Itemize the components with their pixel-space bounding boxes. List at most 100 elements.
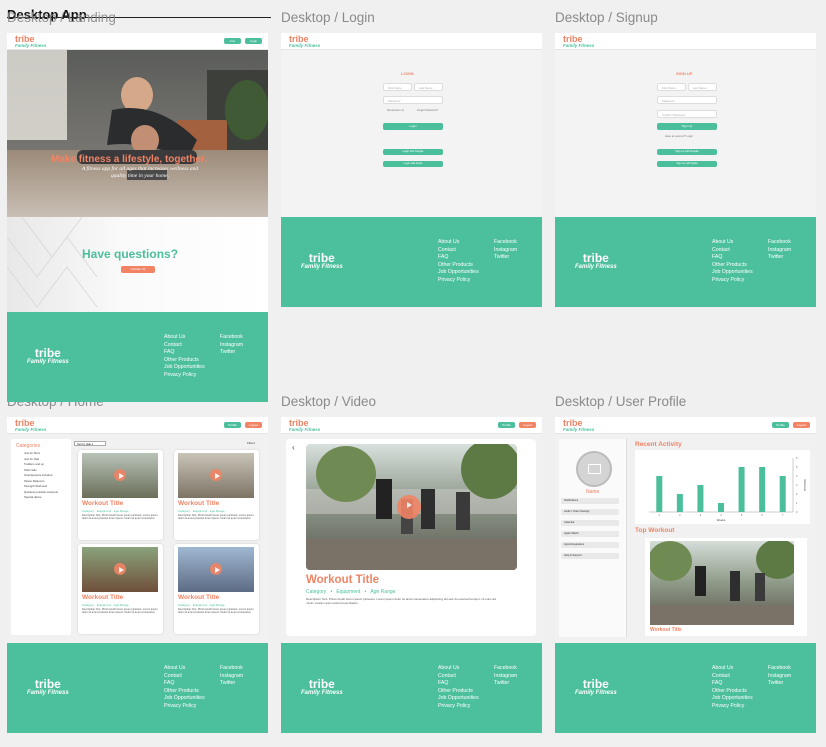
forgot-password-link[interactable]: Forgot Password? [417, 109, 438, 112]
brand-logo[interactable]: tribe Family Fitness [563, 35, 594, 49]
last-name-field[interactable]: Last Name [688, 83, 717, 91]
login-apple-button[interactable]: Login with Apple [383, 161, 443, 167]
footer-logo[interactable]: tribe Family Fitness [575, 678, 617, 697]
footer-link[interactable]: Privacy Policy [712, 703, 753, 711]
play-icon[interactable] [114, 469, 126, 481]
menu-apple-watch[interactable]: Apple Watch [561, 531, 619, 537]
footer-link[interactable]: Privacy Policy [438, 703, 479, 711]
play-icon[interactable] [114, 563, 126, 575]
password-field[interactable]: Password [383, 96, 443, 104]
play-icon[interactable] [210, 563, 222, 575]
brand-logo[interactable]: tribe Family Fitness [563, 419, 594, 433]
footer-link[interactable]: Privacy Policy [164, 703, 205, 711]
footer-link[interactable]: Contact [164, 673, 205, 681]
footer-link[interactable]: Instagram [220, 342, 243, 350]
footer-link[interactable]: FAQ [438, 254, 479, 262]
profile-button[interactable]: Profile [498, 422, 515, 428]
menu-notifications[interactable]: Notifications [561, 498, 619, 504]
profile-button[interactable]: Profile [772, 422, 789, 428]
last-name-field[interactable]: Last Name [414, 83, 443, 91]
footer-link[interactable]: Twitter [768, 254, 791, 262]
menu-help[interactable]: Help & Support [561, 553, 619, 559]
footer-link[interactable]: Facebook [494, 665, 517, 673]
footer-link[interactable]: About Us [164, 665, 205, 673]
workout-card[interactable]: Workout Title Category · Equipment · Age… [174, 544, 259, 634]
first-name-field[interactable]: First Name [657, 83, 686, 91]
footer-link[interactable]: Instagram [494, 673, 517, 681]
footer-link[interactable]: Twitter [494, 680, 517, 688]
login-google-button[interactable]: Login with Google [383, 149, 443, 155]
footer-link[interactable]: Other Products [712, 262, 753, 270]
footer-link[interactable]: Facebook [220, 665, 243, 673]
footer-link[interactable]: FAQ [438, 680, 479, 688]
footer-logo[interactable]: tribe Family Fitness [301, 678, 343, 697]
brand-logo[interactable]: tribe Family Fitness [15, 35, 46, 49]
remember-me-checkbox[interactable]: Remember me [387, 109, 404, 112]
contact-us-button[interactable]: Contact Us [121, 266, 155, 273]
menu-calendar[interactable]: Calendar [561, 520, 619, 526]
workout-card[interactable]: Workout Title Category · Equipment · Age… [78, 544, 163, 634]
footer-link[interactable]: Job Opportunities [712, 269, 753, 277]
logout-button[interactable]: Logout [793, 422, 810, 428]
profile-button[interactable]: Profile [224, 422, 241, 428]
footer-logo[interactable]: tribe Family Fitness [575, 252, 617, 271]
menu-audio-video[interactable]: Audio / Video Settings [561, 509, 619, 515]
footer-link[interactable]: Facebook [768, 665, 791, 673]
footer-link[interactable]: Job Opportunities [164, 695, 205, 703]
footer-link[interactable]: FAQ [712, 680, 753, 688]
footer-link[interactable]: About Us [438, 239, 479, 247]
sort-dropdown[interactable]: Sort by date ▾ [74, 441, 106, 446]
footer-link[interactable]: Twitter [494, 254, 517, 262]
footer-logo[interactable]: tribe Family Fitness [301, 252, 343, 271]
footer-link[interactable]: Instagram [494, 247, 517, 255]
footer-link[interactable]: About Us [438, 665, 479, 673]
footer-link[interactable]: Facebook [220, 334, 243, 342]
footer-link[interactable]: FAQ [164, 349, 205, 357]
footer-link[interactable]: FAQ [164, 680, 205, 688]
footer-link[interactable]: Contact [438, 673, 479, 681]
footer-link[interactable]: Job Opportunities [712, 695, 753, 703]
footer-link[interactable]: About Us [164, 334, 205, 342]
signup-submit-button[interactable]: Sign Up [657, 123, 717, 130]
footer-logo[interactable]: tribe Family Fitness [27, 347, 69, 366]
login-submit-button[interactable]: Login [383, 123, 443, 130]
footer-link[interactable]: Contact [438, 247, 479, 255]
workout-card[interactable]: Workout Title Category · Equipment · Age… [174, 450, 259, 540]
footer-link[interactable]: Privacy Policy [164, 372, 205, 380]
brand-logo[interactable]: tribe Family Fitness [289, 419, 320, 433]
have-account-link[interactable]: Have an account? Login [665, 135, 693, 138]
top-workout-image[interactable] [650, 541, 794, 625]
footer-link[interactable]: Privacy Policy [712, 277, 753, 285]
brand-logo[interactable]: tribe Family Fitness [15, 419, 46, 433]
confirm-password-field[interactable]: Confirm Password [657, 110, 717, 118]
play-icon[interactable] [210, 469, 222, 481]
signup-google-button[interactable]: Sign up with Google [657, 149, 717, 155]
menu-integrations[interactable]: Apps/Integrations [561, 542, 619, 548]
footer-link[interactable]: Facebook [768, 239, 791, 247]
brand-logo[interactable]: tribe Family Fitness [289, 35, 320, 49]
filter-button[interactable]: Filters [247, 441, 255, 445]
back-arrow-icon[interactable]: ‹ [292, 443, 295, 452]
footer-link[interactable]: Other Products [438, 688, 479, 696]
join-button[interactable]: Join [224, 38, 241, 44]
footer-link[interactable]: Contact [712, 247, 753, 255]
footer-link[interactable]: Twitter [220, 680, 243, 688]
footer-link[interactable]: Other Products [164, 688, 205, 696]
first-name-field[interactable]: First Name [383, 83, 412, 91]
footer-link[interactable]: Contact [164, 342, 205, 350]
footer-logo[interactable]: tribe Family Fitness [27, 678, 69, 697]
play-icon[interactable] [397, 495, 421, 519]
footer-link[interactable]: Instagram [220, 673, 243, 681]
logout-button[interactable]: Logout [519, 422, 536, 428]
footer-link[interactable]: Other Products [438, 262, 479, 270]
workout-card[interactable]: Workout Title Category · Equipment · Age… [78, 450, 163, 540]
footer-link[interactable]: About Us [712, 665, 753, 673]
footer-link[interactable]: Job Opportunities [438, 695, 479, 703]
footer-link[interactable]: Job Opportunities [164, 364, 205, 372]
footer-link[interactable]: Twitter [220, 349, 243, 357]
logout-button[interactable]: Logout [245, 422, 262, 428]
avatar[interactable] [576, 451, 612, 487]
video-player[interactable] [306, 444, 517, 570]
footer-link[interactable]: Instagram [768, 247, 791, 255]
footer-link[interactable]: Contact [712, 673, 753, 681]
